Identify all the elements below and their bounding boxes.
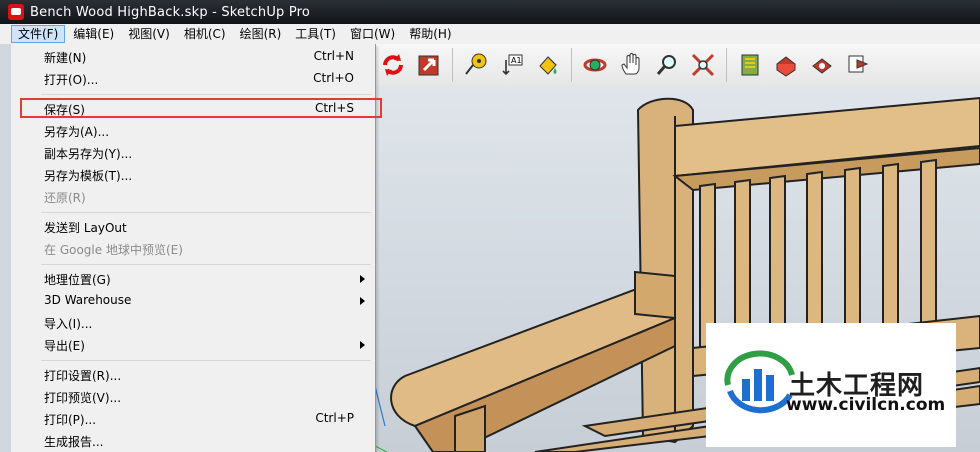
menu-tools[interactable]: 工具(T) — [289, 25, 342, 43]
toolbar-separator — [452, 48, 453, 82]
text-icon[interactable]: A1 — [496, 49, 528, 81]
title-bar: Bench Wood HighBack.skp - SketchUp Pro — [0, 0, 980, 24]
rotate-icon[interactable] — [377, 49, 409, 81]
menu-item-send-to-layout[interactable]: 发送到 LayOut — [11, 216, 375, 238]
paint-bucket-icon[interactable] — [532, 49, 564, 81]
menu-help[interactable]: 帮助(H) — [403, 25, 457, 43]
menu-item-save-copy-as[interactable]: 副本另存为(Y)... — [11, 142, 375, 164]
menu-item-save-as-template[interactable]: 另存为模板(T)... — [11, 164, 375, 186]
tape-measure-icon[interactable] — [460, 49, 492, 81]
share-component-icon[interactable] — [842, 49, 874, 81]
menu-item-generate-report[interactable]: 生成报告... — [11, 430, 375, 452]
submenu-arrow-icon — [360, 341, 365, 349]
3d-warehouse-icon[interactable] — [734, 49, 766, 81]
menu-item-geo-location[interactable]: 地理位置(G) — [11, 268, 375, 290]
menu-item-3d-warehouse[interactable]: 3D Warehouse — [11, 290, 375, 312]
submenu-arrow-icon — [360, 275, 365, 283]
menu-separator — [41, 94, 371, 95]
menu-item-save-as[interactable]: 另存为(A)... — [11, 120, 375, 142]
watermark: 土木工程网 www.civilcn.com — [706, 323, 956, 447]
menu-item-print-preview[interactable]: 打印预览(V)... — [11, 386, 375, 408]
menu-item-preview-google-earth: 在 Google 地球中预览(E) — [44, 243, 183, 257]
menu-item-open[interactable]: 打开(O)... Ctrl+O — [11, 68, 375, 90]
menu-draw[interactable]: 绘图(R) — [234, 25, 288, 43]
share-model-icon[interactable] — [806, 49, 838, 81]
menu-separator — [41, 212, 371, 213]
menu-separator — [41, 360, 371, 361]
pan-icon[interactable] — [615, 49, 647, 81]
save-highlight-box — [20, 98, 382, 118]
menu-item-new[interactable]: 新建(N) Ctrl+N — [11, 46, 375, 68]
window-title: Bench Wood HighBack.skp - SketchUp Pro — [30, 4, 311, 20]
menu-edit[interactable]: 编辑(E) — [67, 25, 120, 43]
menu-item-export[interactable]: 导出(E) — [11, 334, 375, 356]
menu-item-print[interactable]: 打印(P)... Ctrl+P — [11, 408, 375, 430]
menu-view[interactable]: 视图(V) — [122, 25, 176, 43]
sketchup-app-icon — [8, 4, 24, 20]
menu-item-print-setup[interactable]: 打印设置(R)... — [11, 364, 375, 386]
menu-window[interactable]: 窗口(W) — [344, 25, 401, 43]
svg-text:A1: A1 — [511, 56, 522, 65]
zoom-window-icon[interactable] — [413, 49, 445, 81]
zoom-extents-icon[interactable] — [687, 49, 719, 81]
menu-separator — [41, 264, 371, 265]
menu-bar: 文件(F) 编辑(E) 视图(V) 相机(C) 绘图(R) 工具(T) 窗口(W… — [0, 24, 980, 45]
menu-item-revert: 还原(R) — [44, 191, 86, 205]
toolbar-separator — [571, 48, 572, 82]
toolbar-separator — [726, 48, 727, 82]
submenu-arrow-icon — [360, 297, 365, 305]
zoom-icon[interactable] — [651, 49, 683, 81]
orbit-icon[interactable] — [579, 49, 611, 81]
toolbar: A1 — [375, 44, 980, 87]
menu-item-import[interactable]: 导入(I)... — [11, 312, 375, 334]
get-models-icon[interactable] — [770, 49, 802, 81]
menu-camera[interactable]: 相机(C) — [178, 25, 232, 43]
menu-file[interactable]: 文件(F) — [11, 25, 66, 43]
watermark-url: www.civilcn.com — [786, 395, 946, 415]
